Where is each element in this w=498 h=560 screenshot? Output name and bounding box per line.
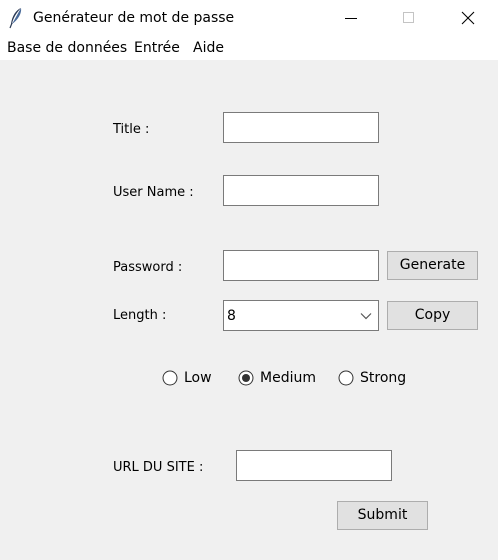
title-bar[interactable]: Genérateur de mot de passe xyxy=(0,0,498,36)
username-input[interactable] xyxy=(223,175,379,206)
title-label: Title : xyxy=(113,122,150,137)
title-input[interactable] xyxy=(223,112,379,143)
strength-radio-group: Low Medium Strong xyxy=(162,368,422,388)
generate-button[interactable]: Generate xyxy=(387,251,478,280)
username-label: User Name : xyxy=(113,185,194,200)
menu-item-entry[interactable]: Entrée xyxy=(134,40,180,57)
submit-button[interactable]: Submit xyxy=(337,501,428,530)
maximize-button[interactable] xyxy=(386,0,432,36)
feather-icon xyxy=(9,8,22,29)
radio-strong-label: Strong xyxy=(360,370,407,386)
length-value: 8 xyxy=(227,308,236,324)
url-input[interactable] xyxy=(236,450,392,481)
minimize-button[interactable] xyxy=(328,0,374,36)
url-label: URL DU SITE : xyxy=(113,460,204,475)
radio-strong-circle xyxy=(338,370,354,386)
radio-medium-circle xyxy=(238,370,254,386)
close-icon xyxy=(461,11,475,25)
password-input[interactable] xyxy=(223,250,379,281)
length-select[interactable]: 8 xyxy=(223,300,379,331)
menu-item-database[interactable]: Base de données xyxy=(7,40,127,57)
copy-button[interactable]: Copy xyxy=(387,301,478,330)
maximize-icon xyxy=(403,12,414,23)
menu-bar: Base de données Entrée Aide xyxy=(0,36,498,60)
close-button[interactable] xyxy=(444,0,490,36)
minimize-icon xyxy=(345,18,357,19)
password-label: Password : xyxy=(113,260,183,275)
radio-low-circle xyxy=(162,370,178,386)
chevron-down-icon xyxy=(360,313,372,320)
menu-item-help[interactable]: Aide xyxy=(193,40,224,57)
radio-low-label: Low xyxy=(184,370,212,386)
length-label: Length : xyxy=(113,308,167,323)
radio-medium-label: Medium xyxy=(260,370,316,386)
window-title: Genérateur de mot de passe xyxy=(33,10,235,26)
